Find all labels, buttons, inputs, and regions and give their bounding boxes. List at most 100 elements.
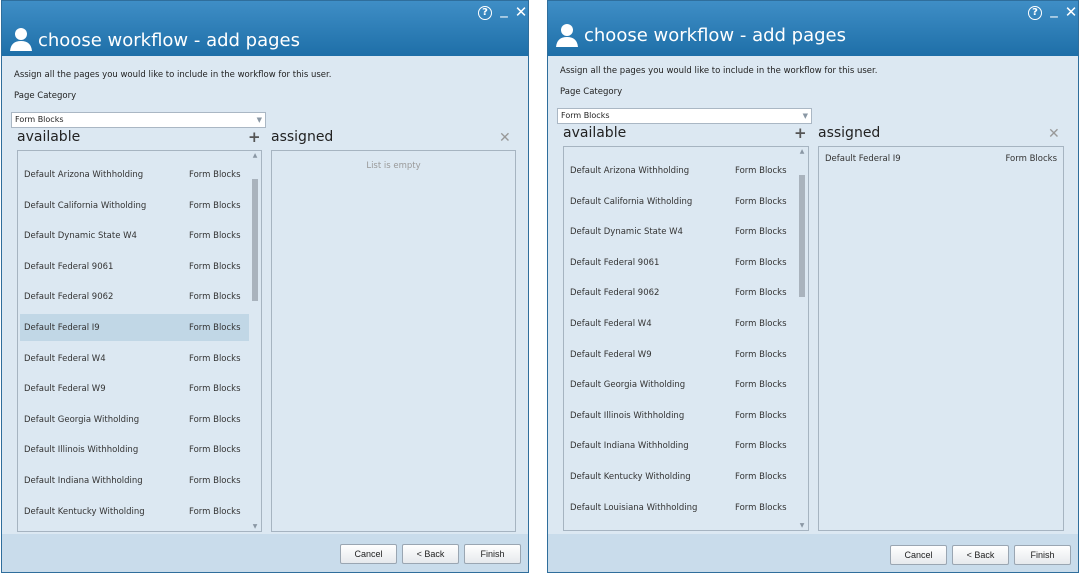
item-category: Form Blocks (189, 200, 241, 211)
item-name: Default California Witholding (24, 200, 147, 211)
finish-button[interactable]: Finish (1014, 545, 1071, 565)
item-category: Form Blocks (189, 261, 241, 272)
item-category: Form Blocks (189, 445, 241, 456)
item-name: Default Georgia Witholding (570, 380, 686, 391)
list-item[interactable]: Default Indiana Withholding Form Blocks (566, 432, 796, 459)
list-item[interactable]: Default Georgia Witholding Form Blocks (566, 371, 796, 398)
list-item[interactable]: Default Federal 9062 Form Blocks (20, 283, 249, 310)
minimize-icon[interactable]: _ (496, 1, 512, 18)
instructions-text: Assign all the pages you would like to i… (560, 66, 878, 76)
list-item[interactable]: Default Arizona Withholding Form Blocks (20, 161, 249, 188)
help-icon[interactable]: ? (478, 6, 492, 20)
list-item[interactable]: Default Kentucky Witholding Form Blocks (566, 463, 796, 490)
list-item[interactable]: Default Kentucky Witholding Form Blocks (20, 498, 249, 525)
list-item[interactable]: Default Dynamic State W4 Form Blocks (20, 222, 249, 249)
item-name: Default Federal W9 (570, 349, 652, 360)
list-item[interactable]: Default Federal I9 Form Blocks (825, 147, 1057, 167)
item-name: Default Federal 9061 (570, 257, 660, 268)
back-button[interactable]: < Back (402, 544, 459, 564)
list-item[interactable]: Default Arizona Withholding Form Blocks (566, 157, 796, 184)
item-name: Default Federal 9061 (24, 261, 114, 272)
list-item[interactable]: Default Federal W4 Form Blocks (566, 310, 796, 337)
scrollbar[interactable]: ▲ ▼ (797, 148, 807, 529)
list-item[interactable]: Default Federal 9061 Form Blocks (20, 253, 249, 280)
page-category-select[interactable]: Form Blocks ▼ (557, 108, 812, 124)
back-button[interactable]: < Back (952, 545, 1009, 565)
list-item[interactable]: Default Louisiana Withholding Form Blocks (566, 494, 796, 521)
available-list[interactable]: Default Arizona Withholding Form Blocks De… (563, 146, 809, 531)
item-name: Default Federal I9 (825, 154, 901, 164)
item-name: Default Indiana Withholding (24, 476, 143, 486)
item-category: Form Blocks (735, 227, 787, 238)
chevron-down-icon: ▼ (256, 116, 262, 124)
cancel-button[interactable]: Cancel (890, 545, 947, 565)
scroll-up-icon[interactable]: ▲ (797, 148, 807, 155)
list-item[interactable]: Default Georgia Witholding Form Blocks (20, 406, 249, 433)
item-category: Form Blocks (189, 231, 241, 242)
item-category: Form Blocks (189, 414, 241, 425)
list-item[interactable]: Default Illinois Withholding Form Blocks (20, 436, 249, 463)
item-name: Default Arizona Withholding (570, 166, 690, 176)
item-name: Default Federal I9 (24, 323, 100, 333)
item-name: Default Georgia Witholding (24, 414, 140, 425)
item-category: Form Blocks (1005, 154, 1057, 164)
item-name: Default Arizona Withholding (24, 170, 144, 180)
item-category: Form Blocks (735, 257, 787, 268)
item-name: Default Federal W4 (570, 319, 652, 329)
plus-icon[interactable]: + (248, 128, 261, 146)
item-name: Default Illinois Withholding (570, 410, 685, 421)
assigned-heading: assigned (818, 125, 881, 141)
close-icon[interactable]: ✕ (513, 3, 528, 21)
scroll-up-icon[interactable]: ▲ (250, 152, 260, 159)
item-name: Default California Witholding (570, 196, 693, 207)
plus-icon[interactable]: + (794, 124, 807, 142)
cancel-button[interactable]: Cancel (340, 544, 397, 564)
assigned-heading: assigned (271, 129, 334, 145)
list-item[interactable]: Default Federal W9 Form Blocks (20, 375, 249, 402)
list-item[interactable]: Default California Witholding Form Blocks (566, 188, 796, 215)
list-item[interactable]: Default Dynamic State W4 Form Blocks (566, 218, 796, 245)
list-item[interactable]: Default Indiana Withholding Form Blocks (20, 467, 249, 494)
list-item[interactable]: Default Illinois Withholding Form Blocks (566, 402, 796, 429)
item-name: Default Indiana Withholding (570, 441, 689, 452)
list-item[interactable]: Default Federal 9062 Form Blocks (566, 279, 796, 306)
person-icon (8, 27, 34, 51)
assigned-list[interactable]: List is empty (271, 150, 516, 532)
x-icon[interactable]: ✕ (1048, 126, 1060, 142)
item-category: Form Blocks (735, 410, 787, 421)
minimize-icon[interactable]: _ (1046, 1, 1062, 18)
scroll-down-icon[interactable]: ▼ (250, 523, 260, 530)
item-name: Default Federal W9 (24, 384, 106, 395)
item-category: Form Blocks (735, 502, 787, 513)
page-category-label: Page Category (14, 91, 77, 101)
dialog-footer: Cancel < Back Finish (2, 534, 528, 572)
page-category-select[interactable]: Form Blocks ▼ (11, 112, 266, 128)
item-category: Form Blocks (735, 288, 787, 299)
available-heading: available (563, 125, 627, 141)
list-item[interactable]: Default Federal 9061 Form Blocks (566, 249, 796, 276)
item-category: Form Blocks (735, 319, 787, 329)
available-list[interactable]: Default Arizona Withholding Form Blocks De… (17, 150, 262, 532)
item-name: Default Federal 9062 (24, 292, 114, 303)
assigned-list[interactable]: Default Federal I9 Form Blocks (818, 146, 1064, 531)
item-category: Form Blocks (735, 380, 787, 391)
scrollbar-thumb[interactable] (252, 179, 258, 301)
item-name: Default Illinois Withholding (24, 445, 139, 456)
list-item[interactable]: Default Federal I9 Form Blocks (20, 314, 249, 341)
page-category-label: Page Category (560, 87, 623, 97)
x-icon[interactable]: ✕ (499, 130, 511, 146)
item-category: Form Blocks (735, 441, 787, 452)
scrollbar-thumb[interactable] (799, 175, 805, 297)
workflow-dialog: choose workflow - add pages? _ ✕ Assign all… (547, 0, 1079, 573)
scrollbar[interactable]: ▲ ▼ (250, 152, 260, 530)
item-name: Default Dynamic State W4 (24, 231, 137, 242)
finish-button[interactable]: Finish (464, 544, 521, 564)
item-category: Form Blocks (735, 196, 787, 207)
list-item[interactable]: Default California Witholding Form Blocks (20, 192, 249, 219)
help-icon[interactable]: ? (1028, 6, 1042, 20)
list-item[interactable]: Default Federal W9 Form Blocks (566, 341, 796, 368)
list-item[interactable]: Default Federal W4 Form Blocks (20, 345, 249, 372)
close-icon[interactable]: ✕ (1063, 3, 1078, 21)
empty-list-text: List is empty (366, 161, 421, 171)
scroll-down-icon[interactable]: ▼ (797, 522, 807, 529)
